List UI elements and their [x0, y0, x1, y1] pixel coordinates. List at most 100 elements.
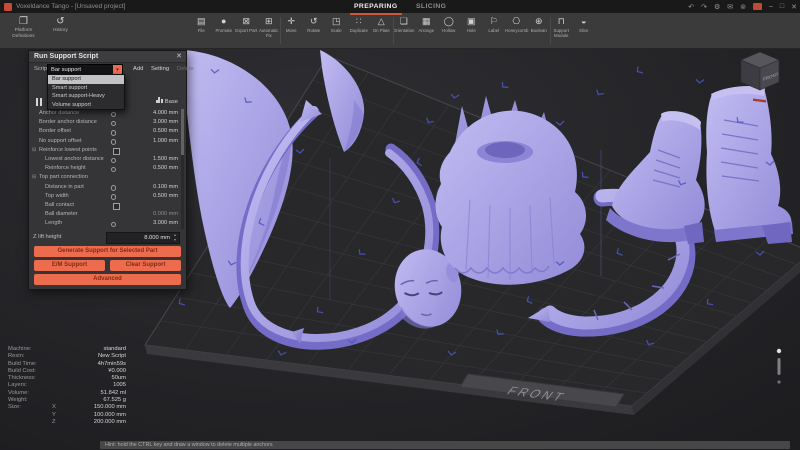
setting-row[interactable]: Reinforce height 0.500 mm — [29, 164, 186, 173]
toolbar-separator — [393, 17, 394, 44]
lock-dot-icon[interactable] — [111, 222, 117, 228]
clear-support-button[interactable]: Clear Support — [110, 260, 181, 271]
toolbar-label: Support Module — [553, 28, 569, 39]
panel-close-icon[interactable]: ✕ — [176, 51, 182, 62]
dropdown-option[interactable]: Smart support-Heavy — [48, 92, 124, 101]
toolbar-button-slice[interactable]: ◒ Slice — [573, 13, 596, 48]
toolbar-button-support-module[interactable]: ⊓ Support Module — [550, 13, 573, 48]
setting-value[interactable]: 0.100 mm — [153, 183, 178, 192]
account-icon[interactable]: ⊚ — [740, 3, 746, 11]
toolbar-button-label[interactable]: ⚐ Label — [483, 13, 506, 48]
toolbar-button-on-plate[interactable]: △ On Plate — [370, 13, 393, 48]
setting-checkbox[interactable] — [113, 202, 120, 210]
collapse-icon[interactable]: ⊟ — [32, 173, 36, 182]
toolbar-button-move[interactable]: ✛ Move — [280, 13, 303, 48]
stat-row-size: Y 100.000 mm — [52, 411, 126, 418]
toolbar-button-orientation[interactable]: ❏ Orientation — [393, 13, 416, 48]
toolbar-button-history[interactable]: ↺ History — [42, 13, 79, 48]
minimize-button[interactable]: – — [769, 3, 773, 10]
toolbar-button-hollow[interactable]: ◯ Hollow — [438, 13, 461, 48]
tab-slicing[interactable]: SLICING — [412, 0, 450, 13]
stat-row-size: Size: X 150.000 mm — [8, 404, 126, 411]
setting-row[interactable]: Top width 0.500 mm — [29, 192, 186, 201]
setting-row[interactable]: Distance in part 0.100 mm — [29, 183, 186, 192]
setting-row[interactable]: Ball diameter 0.000 mm — [29, 210, 186, 219]
bar-support-type-icon[interactable] — [35, 98, 43, 106]
setting-row[interactable]: Lowest anchor distance 1.500 mm — [29, 155, 186, 164]
lock-dot-icon[interactable] — [111, 194, 117, 200]
dropdown-option[interactable]: Volume support — [48, 101, 124, 110]
toolbar-icon: ● — [221, 16, 227, 26]
dropdown-option[interactable]: Bar support — [48, 75, 124, 84]
em-support-button[interactable]: E/M Support — [34, 260, 105, 271]
setting-label: Border anchor distance — [39, 119, 97, 126]
lock-dot-icon[interactable] — [111, 166, 117, 173]
lock-dot-icon[interactable] — [111, 120, 117, 127]
setting-value[interactable]: 0.500 mm — [153, 164, 178, 173]
setting-value[interactable]: 3.000 mm — [153, 118, 178, 127]
generate-support-button[interactable]: Generate Support for Selected Part — [34, 246, 181, 257]
support-settings-list: Anchor distance 4.000 mm Border anchor d… — [29, 109, 186, 229]
toolbar-label: On Plate — [372, 28, 390, 33]
dropdown-option[interactable]: Smart support — [48, 84, 124, 93]
advanced-button[interactable]: Advanced — [34, 274, 181, 285]
toolbar-button-scale[interactable]: ◳ Scale — [325, 13, 348, 48]
settings-scrollbar[interactable] — [181, 109, 184, 229]
setting-value[interactable]: 1.500 mm — [153, 155, 178, 164]
lock-dot-icon[interactable] — [111, 185, 117, 191]
layout-icon[interactable] — [752, 3, 762, 10]
setting-value[interactable]: 3.000 mm — [153, 219, 178, 228]
toolbar-button-export-part[interactable]: ⊠ Export Part — [235, 13, 258, 48]
setting-row[interactable]: ⊟ Reinforce lowest points — [29, 146, 186, 155]
lock-dot-icon[interactable] — [111, 130, 117, 136]
toolbar-button-honeycomb[interactable]: ⎔ Honeycomb — [505, 13, 528, 48]
setting-value[interactable]: 0.500 mm — [153, 192, 178, 201]
setting-label: Top part connection — [39, 174, 88, 181]
setting-script-button[interactable]: Setting — [151, 64, 169, 74]
stepper-arrows[interactable]: ▲ ▼ — [172, 233, 178, 243]
setting-row[interactable]: Ball contact — [29, 201, 186, 210]
collapse-icon[interactable]: ⊟ — [32, 146, 36, 155]
panel-header[interactable]: Run Support Script ✕ — [29, 51, 186, 63]
undo-icon[interactable]: ↶ — [688, 3, 694, 11]
toolbar-button-boolean[interactable]: ⊕ Boolean — [528, 13, 551, 48]
toolbar-button-automatic-fix[interactable]: ⊞ Automatic Fix — [258, 13, 281, 48]
redo-icon[interactable]: ↷ — [701, 3, 707, 11]
tab-preparing[interactable]: PREPARING — [350, 0, 402, 15]
base-toggle[interactable]: Base — [155, 97, 178, 107]
setting-label: Lowest anchor distance — [45, 155, 104, 162]
setting-value[interactable]: 0.500 mm — [153, 127, 178, 136]
stat-row: Layers: 1005 — [8, 382, 126, 389]
delete-script-button[interactable]: Delete — [177, 64, 194, 74]
setting-row[interactable]: ⊟ Top part connection — [29, 173, 186, 182]
lock-dot-icon[interactable] — [111, 111, 117, 118]
z-lift-height-input[interactable]: 8.000 mm ▲ ▼ — [106, 232, 180, 244]
toolbar-button-arrange[interactable]: ▦ Arrange — [415, 13, 438, 48]
setting-row[interactable]: Border offset 0.500 mm — [29, 127, 186, 136]
setting-checkbox[interactable] — [113, 147, 120, 155]
toolbar-button-hole[interactable]: ▣ Hole — [460, 13, 483, 48]
setting-value[interactable]: 4.000 mm — [153, 109, 178, 118]
feedback-icon[interactable]: ✉ — [727, 3, 733, 11]
close-button[interactable]: ✕ — [791, 3, 797, 11]
setting-row[interactable]: Border anchor distance 3.000 mm — [29, 118, 186, 127]
lock-dot-icon[interactable] — [111, 139, 117, 145]
toolbar-button-promate[interactable]: ● Promate — [213, 13, 236, 48]
toolbar-button-rotate[interactable]: ↺ Rotate — [303, 13, 326, 48]
lock-dot-icon[interactable] — [111, 157, 117, 164]
setting-row[interactable]: Length 3.000 mm — [29, 219, 186, 228]
setting-row[interactable]: Anchor distance 4.000 mm — [29, 109, 186, 118]
toolbar-button-file[interactable]: ▤ File — [190, 13, 213, 48]
run-support-script-panel: Run Support Script ✕ Script Bar support … — [28, 50, 194, 290]
setting-value[interactable]: 0.000 mm — [153, 210, 178, 219]
stat-row: Build Time: 4h7min59s — [8, 360, 126, 367]
toolbar-icon: ▤ — [196, 16, 206, 26]
maximize-button[interactable]: □ — [780, 3, 784, 10]
add-script-button[interactable]: Add — [133, 64, 143, 74]
settings-gear-icon[interactable]: ⚙ — [714, 3, 720, 11]
setting-row[interactable]: No support offset 1.000 mm — [29, 137, 186, 146]
toolbar-button-duplicate[interactable]: ∷ Duplicate — [348, 13, 371, 48]
toolbar-button-platform-definitions[interactable]: ❐ Platform Definitions — [5, 13, 42, 48]
stat-row-size: Z 200.000 mm — [52, 418, 126, 425]
setting-value[interactable]: 1.000 mm — [153, 137, 178, 146]
